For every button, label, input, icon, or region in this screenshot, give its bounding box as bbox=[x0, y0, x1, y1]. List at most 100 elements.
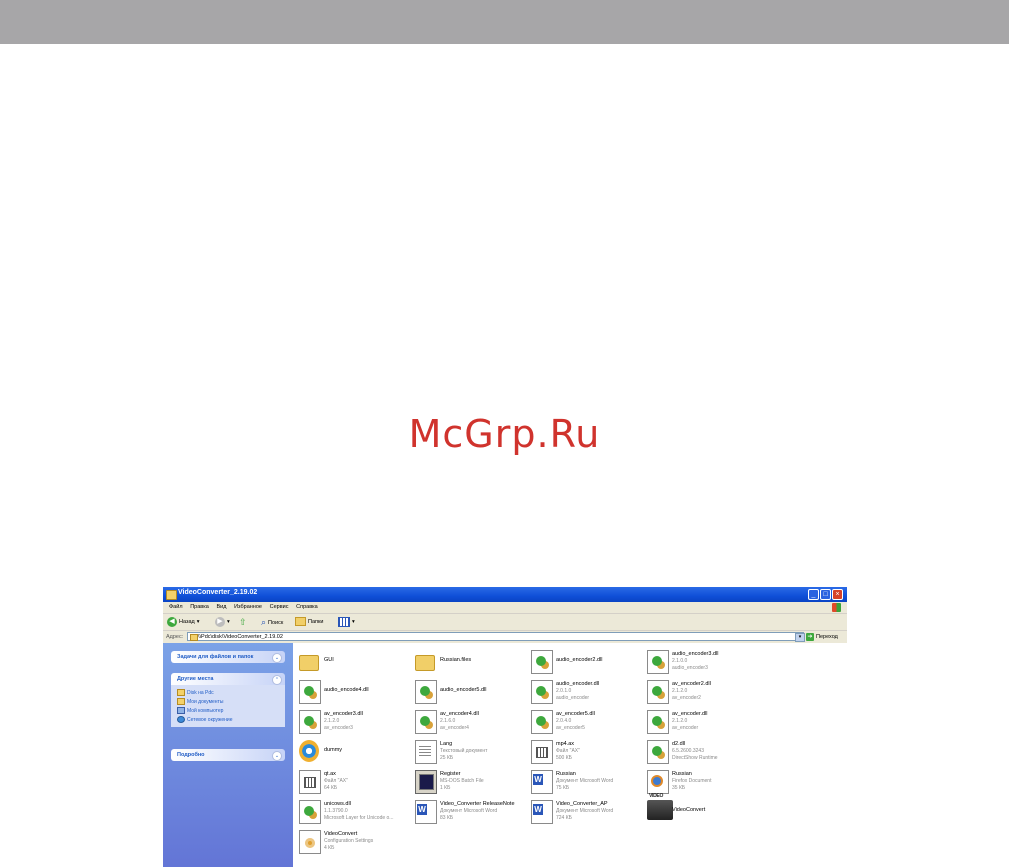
task-pane: Задачи для файлов и папок ⌄ Другие места… bbox=[163, 643, 293, 867]
file-detail: Microsoft Layer for Unicode o... bbox=[324, 815, 394, 821]
back-arrow-icon: ◀ bbox=[167, 617, 177, 627]
media-player-icon bbox=[299, 740, 319, 762]
toolbar: ◀ Назад ▾ ▶ ▾ ⇧ ⌕ Поиск Папки ▾ bbox=[163, 614, 847, 631]
place-label: Мой компьютер bbox=[187, 707, 224, 714]
place-item[interactable]: Сетевое окружение bbox=[177, 715, 285, 724]
chevron-down-icon: ▾ bbox=[196, 619, 200, 625]
file-item[interactable]: audio_encoder2.dll bbox=[529, 648, 643, 676]
place-item[interactable]: Disk на Pdc bbox=[177, 688, 285, 697]
text-document-icon bbox=[415, 740, 437, 764]
file-detail: av_encoder5 bbox=[556, 725, 585, 731]
file-text: qt.ax Файл "AX" 64 КБ bbox=[324, 771, 412, 792]
go-arrow-icon: ➔ bbox=[806, 633, 814, 641]
menu-view[interactable]: Вид bbox=[216, 604, 226, 610]
tasks-panel-header[interactable]: Задачи для файлов и папок ⌄ bbox=[171, 651, 285, 663]
file-item[interactable]: av_encoder.dll 2.1.2.0 av_encoder bbox=[645, 708, 759, 736]
search-button[interactable]: ⌕ Поиск bbox=[261, 617, 283, 628]
close-button[interactable]: × bbox=[832, 589, 843, 600]
firefox-document-icon bbox=[647, 770, 669, 794]
address-field[interactable]: \\Pdc\disk\VideoConverter_2.19.02 bbox=[187, 632, 804, 641]
file-text: Lang Текстовый документ 25 КБ bbox=[440, 741, 528, 762]
file-item[interactable]: audio_encoder5.dll bbox=[413, 678, 527, 706]
address-dropdown-button[interactable]: ▾ bbox=[795, 633, 805, 642]
file-item[interactable]: unicows.dll 1.1.3790.0 Microsoft Layer for… bbox=[297, 798, 411, 826]
file-text: audio_encoder2.dll bbox=[556, 657, 644, 664]
maximize-button[interactable]: □ bbox=[820, 589, 831, 600]
dll-icon bbox=[647, 650, 669, 674]
file-item[interactable]: qt.ax Файл "AX" 64 КБ bbox=[297, 768, 411, 796]
file-item[interactable]: GUI bbox=[297, 648, 411, 676]
menu-edit[interactable]: Правка bbox=[190, 604, 209, 610]
file-item[interactable]: Register MS-DOS Batch File 1 КБ bbox=[413, 768, 527, 796]
folder-icon bbox=[177, 698, 185, 705]
file-name: audio_encode4.dll bbox=[324, 687, 369, 693]
file-text: d2.dll 6.5.2600.3243 DirectShow Runtime bbox=[672, 741, 760, 762]
file-item[interactable]: av_encoder2.dll 2.1.2.0 av_encoder2 bbox=[645, 678, 759, 706]
file-name: Russian.files bbox=[440, 657, 472, 663]
file-item[interactable]: audio_encoder.dll 2.0.1.0 audio_encoder bbox=[529, 678, 643, 706]
top-gray-bar bbox=[0, 0, 1009, 44]
file-detail: 25 КБ bbox=[440, 755, 454, 761]
file-list: GUI Russian.files audio_encoder2.dll audio_… bbox=[293, 643, 847, 867]
file-detail: 500 КБ bbox=[556, 755, 572, 761]
go-button[interactable]: ➔ Переход bbox=[806, 633, 838, 641]
place-item[interactable]: Мои документы bbox=[177, 697, 285, 706]
file-item[interactable]: mp4.ax Файл "AX" 500 КБ bbox=[529, 738, 643, 766]
back-button[interactable]: ◀ Назад ▾ bbox=[167, 617, 200, 627]
file-text: audio_encoder5.dll bbox=[440, 687, 528, 694]
file-text: audio_encode4.dll bbox=[324, 687, 412, 694]
file-name: mp4.ax bbox=[556, 741, 575, 747]
folders-icon bbox=[295, 617, 306, 626]
file-text: av_encoder4.dll 2.1.6.0 av_encoder4 bbox=[440, 711, 528, 732]
file-detail: 2.1.6.0 bbox=[440, 718, 456, 724]
file-detail: 35 КБ bbox=[672, 785, 686, 791]
watermark-text: McGrp.Ru bbox=[408, 412, 601, 456]
file-detail: Firefox Document bbox=[672, 778, 712, 784]
views-button[interactable]: ▾ bbox=[338, 617, 355, 627]
details-panel-header[interactable]: Подробно ⌄ bbox=[171, 749, 285, 761]
other-places-header[interactable]: Другие места ⌃ bbox=[171, 673, 285, 685]
dll-icon bbox=[647, 740, 669, 764]
file-name: av_encoder4.dll bbox=[440, 711, 479, 717]
file-item[interactable]: Video_Converter ReleaseNoteДокумент Micr… bbox=[413, 798, 527, 826]
place-item[interactable]: Мой компьютер bbox=[177, 706, 285, 715]
minimize-button[interactable]: _ bbox=[808, 589, 819, 600]
forward-button[interactable]: ▶ ▾ bbox=[215, 617, 230, 627]
file-item[interactable]: audio_encode4.dll bbox=[297, 678, 411, 706]
menu-tools[interactable]: Сервис bbox=[270, 604, 289, 610]
file-item[interactable]: av_encoder5.dll 2.0.4.0 av_encoder5 bbox=[529, 708, 643, 736]
file-name: Video_Converter_AP bbox=[556, 801, 608, 807]
file-item[interactable]: VideoConvert Configuration Settings 4 КБ bbox=[297, 828, 411, 856]
file-item[interactable]: RussianДокумент Microsoft Word75 КБ bbox=[529, 768, 643, 796]
file-detail: av_encoder3 bbox=[324, 725, 353, 731]
title-bar[interactable]: VideoConverter_2.19.02 _ □ × bbox=[163, 587, 847, 602]
file-item[interactable]: Lang Текстовый документ 25 КБ bbox=[413, 738, 527, 766]
file-item[interactable]: Video_Converter_APДокумент Microsoft Wor… bbox=[529, 798, 643, 826]
file-item[interactable]: av_encoder4.dll 2.1.6.0 av_encoder4 bbox=[413, 708, 527, 736]
file-detail: Файл "AX" bbox=[324, 778, 348, 784]
menu-file[interactable]: Файл bbox=[169, 604, 183, 610]
file-item[interactable]: VideoConvert bbox=[645, 793, 759, 826]
chevron-up-icon[interactable]: ⌃ bbox=[272, 675, 282, 685]
other-places-list: Disk на Pdc Мои документы Мой компьютер … bbox=[171, 685, 285, 727]
file-item[interactable]: av_encoder3.dll 2.1.2.0 av_encoder3 bbox=[297, 708, 411, 736]
up-folder-button[interactable]: ⇧ bbox=[239, 617, 247, 628]
file-detail: 4 КБ bbox=[324, 845, 335, 851]
file-name: VideoConvert bbox=[672, 807, 706, 813]
file-name: audio_encoder2.dll bbox=[556, 657, 603, 663]
chevron-down-icon[interactable]: ⌄ bbox=[272, 653, 282, 663]
chevron-down-icon[interactable]: ⌄ bbox=[272, 751, 282, 761]
file-name: Russian bbox=[556, 771, 576, 777]
file-item[interactable]: dummy bbox=[297, 738, 411, 766]
menu-favorites[interactable]: Избранное bbox=[234, 604, 262, 610]
file-item[interactable]: Russian Firefox Document 35 КБ bbox=[645, 768, 759, 796]
file-item[interactable]: Russian.files bbox=[413, 648, 527, 676]
folders-button[interactable]: Папки bbox=[295, 617, 323, 626]
folder-icon bbox=[177, 689, 185, 696]
menu-help[interactable]: Справка bbox=[296, 604, 318, 610]
file-item[interactable]: audio_encoder3.dll 2.1.0.0 audio_encoder3 bbox=[645, 648, 759, 676]
file-detail: av_encoder2 bbox=[672, 695, 701, 701]
file-item[interactable]: d2.dll 6.5.2600.3243 DirectShow Runtime bbox=[645, 738, 759, 766]
file-text: Russian Документ Microsoft Word 75 КБ bbox=[556, 771, 644, 792]
menu-bar: Файл Правка Вид Избранное Сервис Справка bbox=[163, 602, 847, 614]
